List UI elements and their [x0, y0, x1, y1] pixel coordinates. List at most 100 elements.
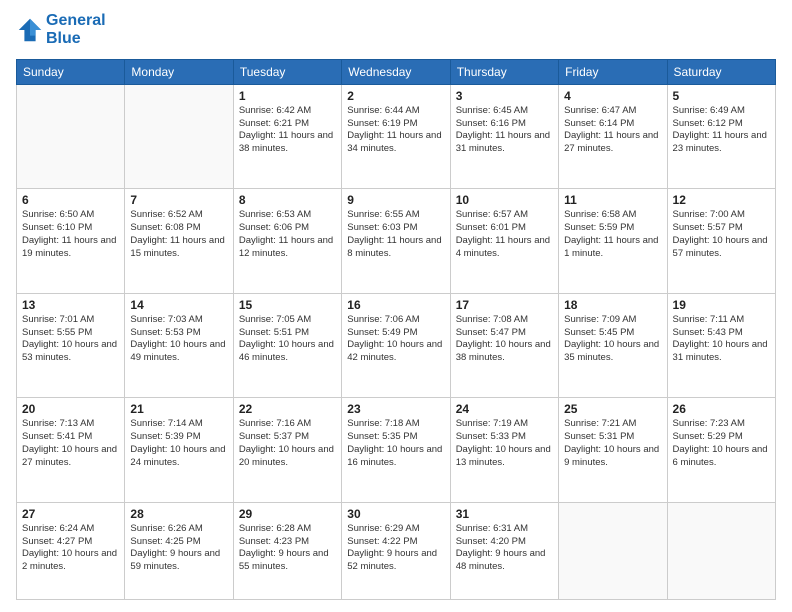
day-number: 22: [239, 402, 336, 416]
day-info: Sunrise: 6:58 AM Sunset: 5:59 PM Dayligh…: [564, 209, 661, 260]
weekday-header-saturday: Saturday: [667, 59, 775, 84]
day-number: 8: [239, 193, 336, 207]
day-info: Sunrise: 7:13 AM Sunset: 5:41 PM Dayligh…: [22, 418, 119, 469]
weekday-header-wednesday: Wednesday: [342, 59, 450, 84]
calendar-cell: 22 Sunrise: 7:16 AM Sunset: 5:37 PM Dayli…: [233, 398, 341, 503]
calendar-cell: 13 Sunrise: 7:01 AM Sunset: 5:55 PM Dayli…: [17, 293, 125, 398]
day-info: Sunrise: 7:19 AM Sunset: 5:33 PM Dayligh…: [456, 418, 553, 469]
calendar-cell: 8 Sunrise: 6:53 AM Sunset: 6:06 PM Daylig…: [233, 189, 341, 294]
day-number: 5: [673, 89, 770, 103]
calendar-cell: 27 Sunrise: 6:24 AM Sunset: 4:27 PM Dayli…: [17, 502, 125, 599]
day-number: 3: [456, 89, 553, 103]
day-info: Sunrise: 6:45 AM Sunset: 6:16 PM Dayligh…: [456, 105, 553, 156]
calendar-cell: 3 Sunrise: 6:45 AM Sunset: 6:16 PM Daylig…: [450, 84, 558, 189]
weekday-header-friday: Friday: [559, 59, 667, 84]
weekday-header-tuesday: Tuesday: [233, 59, 341, 84]
day-number: 6: [22, 193, 119, 207]
calendar-table: SundayMondayTuesdayWednesdayThursdayFrid…: [16, 59, 776, 600]
weekday-header-sunday: Sunday: [17, 59, 125, 84]
calendar-cell: 16 Sunrise: 7:06 AM Sunset: 5:49 PM Dayli…: [342, 293, 450, 398]
day-number: 19: [673, 298, 770, 312]
day-number: 25: [564, 402, 661, 416]
day-number: 21: [130, 402, 227, 416]
calendar-cell: 9Sunrise: 6:55 AM Sunset: 6:03 PM Daylig…: [342, 189, 450, 294]
calendar-cell: 2Sunrise: 6:44 AM Sunset: 6:19 PM Daylig…: [342, 84, 450, 189]
calendar-cell: 4Sunrise: 6:47 AM Sunset: 6:14 PM Daylig…: [559, 84, 667, 189]
day-info: Sunrise: 6:29 AM Sunset: 4:22 PM Dayligh…: [347, 523, 444, 574]
calendar-cell: 11Sunrise: 6:58 AM Sunset: 5:59 PM Dayli…: [559, 189, 667, 294]
day-info: Sunrise: 7:06 AM Sunset: 5:49 PM Dayligh…: [347, 314, 444, 365]
calendar-cell: 15 Sunrise: 7:05 AM Sunset: 5:51 PM Dayli…: [233, 293, 341, 398]
day-number: 31: [456, 507, 553, 521]
calendar-cell: 17 Sunrise: 7:08 AM Sunset: 5:47 PM Dayli…: [450, 293, 558, 398]
day-number: 12: [673, 193, 770, 207]
calendar-cell: 12 Sunrise: 7:00 AM Sunset: 5:57 PM Dayli…: [667, 189, 775, 294]
day-info: Sunrise: 6:47 AM Sunset: 6:14 PM Dayligh…: [564, 105, 661, 156]
calendar-week-4: 20 Sunrise: 7:13 AM Sunset: 5:41 PM Dayli…: [17, 398, 776, 503]
day-number: 15: [239, 298, 336, 312]
day-info: Sunrise: 7:03 AM Sunset: 5:53 PM Dayligh…: [130, 314, 227, 365]
day-number: 16: [347, 298, 444, 312]
weekday-header-monday: Monday: [125, 59, 233, 84]
calendar-cell: 24 Sunrise: 7:19 AM Sunset: 5:33 PM Dayli…: [450, 398, 558, 503]
day-number: 13: [22, 298, 119, 312]
calendar-cell: [17, 84, 125, 189]
day-info: Sunrise: 7:23 AM Sunset: 5:29 PM Dayligh…: [673, 418, 770, 469]
day-number: 20: [22, 402, 119, 416]
weekday-header-row: SundayMondayTuesdayWednesdayThursdayFrid…: [17, 59, 776, 84]
calendar-cell: 21 Sunrise: 7:14 AM Sunset: 5:39 PM Dayli…: [125, 398, 233, 503]
day-info: Sunrise: 7:09 AM Sunset: 5:45 PM Dayligh…: [564, 314, 661, 365]
calendar-cell: 14Sunrise: 7:03 AM Sunset: 5:53 PM Dayli…: [125, 293, 233, 398]
calendar-cell: 28 Sunrise: 6:26 AM Sunset: 4:25 PM Dayli…: [125, 502, 233, 599]
day-info: Sunrise: 6:49 AM Sunset: 6:12 PM Dayligh…: [673, 105, 770, 156]
day-number: 27: [22, 507, 119, 521]
calendar-cell: 26Sunrise: 7:23 AM Sunset: 5:29 PM Dayli…: [667, 398, 775, 503]
day-info: Sunrise: 7:18 AM Sunset: 5:35 PM Dayligh…: [347, 418, 444, 469]
calendar-cell: 7 Sunrise: 6:52 AM Sunset: 6:08 PM Daylig…: [125, 189, 233, 294]
calendar-week-5: 27 Sunrise: 6:24 AM Sunset: 4:27 PM Dayli…: [17, 502, 776, 599]
day-number: 29: [239, 507, 336, 521]
day-number: 23: [347, 402, 444, 416]
logo-general: General: [46, 12, 106, 29]
calendar-cell: 1 Sunrise: 6:42 AM Sunset: 6:21 PM Daylig…: [233, 84, 341, 189]
calendar-cell: 25Sunrise: 7:21 AM Sunset: 5:31 PM Dayli…: [559, 398, 667, 503]
day-info: Sunrise: 7:14 AM Sunset: 5:39 PM Dayligh…: [130, 418, 227, 469]
day-number: 7: [130, 193, 227, 207]
header: General Blue: [16, 12, 776, 49]
day-info: Sunrise: 7:05 AM Sunset: 5:51 PM Dayligh…: [239, 314, 336, 365]
day-number: 30: [347, 507, 444, 521]
day-number: 10: [456, 193, 553, 207]
day-info: Sunrise: 6:31 AM Sunset: 4:20 PM Dayligh…: [456, 523, 553, 574]
day-info: Sunrise: 6:42 AM Sunset: 6:21 PM Dayligh…: [239, 105, 336, 156]
calendar-week-2: 6 Sunrise: 6:50 AM Sunset: 6:10 PM Daylig…: [17, 189, 776, 294]
page: General Blue SundayMondayTuesdayWednesda…: [0, 0, 792, 612]
day-info: Sunrise: 6:50 AM Sunset: 6:10 PM Dayligh…: [22, 209, 119, 260]
logo: General Blue: [16, 12, 106, 49]
logo-text: General Blue: [46, 12, 106, 49]
day-number: 17: [456, 298, 553, 312]
calendar-week-3: 13 Sunrise: 7:01 AM Sunset: 5:55 PM Dayli…: [17, 293, 776, 398]
day-info: Sunrise: 7:01 AM Sunset: 5:55 PM Dayligh…: [22, 314, 119, 365]
day-number: 28: [130, 507, 227, 521]
day-number: 18: [564, 298, 661, 312]
calendar-cell: 29Sunrise: 6:28 AM Sunset: 4:23 PM Dayli…: [233, 502, 341, 599]
day-number: 9: [347, 193, 444, 207]
day-number: 1: [239, 89, 336, 103]
calendar-cell: 5 Sunrise: 6:49 AM Sunset: 6:12 PM Daylig…: [667, 84, 775, 189]
day-info: Sunrise: 6:26 AM Sunset: 4:25 PM Dayligh…: [130, 523, 227, 574]
weekday-header-thursday: Thursday: [450, 59, 558, 84]
day-info: Sunrise: 7:08 AM Sunset: 5:47 PM Dayligh…: [456, 314, 553, 365]
day-info: Sunrise: 6:53 AM Sunset: 6:06 PM Dayligh…: [239, 209, 336, 260]
day-info: Sunrise: 7:00 AM Sunset: 5:57 PM Dayligh…: [673, 209, 770, 260]
calendar-cell: [125, 84, 233, 189]
calendar-cell: 30 Sunrise: 6:29 AM Sunset: 4:22 PM Dayli…: [342, 502, 450, 599]
logo-blue: Blue: [46, 30, 106, 48]
day-info: Sunrise: 6:24 AM Sunset: 4:27 PM Dayligh…: [22, 523, 119, 574]
day-info: Sunrise: 6:44 AM Sunset: 6:19 PM Dayligh…: [347, 105, 444, 156]
day-info: Sunrise: 7:11 AM Sunset: 5:43 PM Dayligh…: [673, 314, 770, 365]
day-number: 24: [456, 402, 553, 416]
day-info: Sunrise: 6:52 AM Sunset: 6:08 PM Dayligh…: [130, 209, 227, 260]
day-info: Sunrise: 7:16 AM Sunset: 5:37 PM Dayligh…: [239, 418, 336, 469]
calendar-cell: [667, 502, 775, 599]
calendar-cell: [559, 502, 667, 599]
